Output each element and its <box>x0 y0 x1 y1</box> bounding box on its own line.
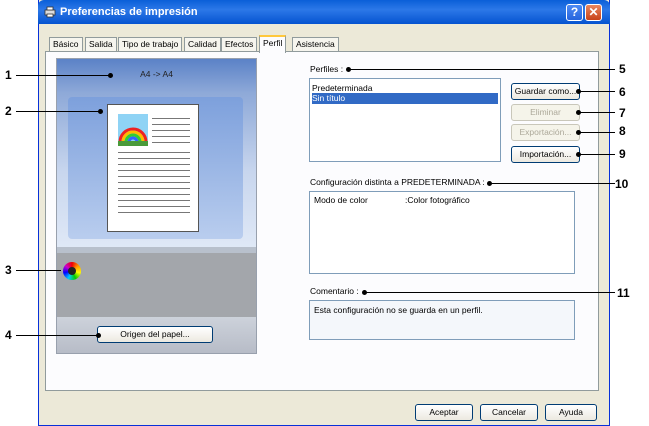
callout-line-6 <box>580 91 615 92</box>
text-line <box>118 182 190 183</box>
callout-3: 3 <box>5 263 12 277</box>
tab-tipo-de-trabajo[interactable]: Tipo de trabajo <box>118 37 183 51</box>
callout-line-4 <box>16 335 98 336</box>
close-button[interactable]: ✕ <box>585 4 602 21</box>
difference-setting-value: :Color fotográfico <box>405 195 470 205</box>
comment-label: Comentario : <box>310 286 359 296</box>
callout-4: 4 <box>5 328 12 342</box>
tab-salida[interactable]: Salida <box>85 37 117 51</box>
callout-dot-1 <box>108 73 113 78</box>
text-line <box>118 158 190 159</box>
printer-icon <box>44 6 56 18</box>
profile-item-sin-titulo[interactable]: Sin título <box>312 93 498 104</box>
comment-box: Esta configuración no se guarda en un pe… <box>309 300 575 340</box>
import-button[interactable]: Importación... <box>511 146 580 163</box>
ok-button[interactable]: Aceptar <box>415 404 473 421</box>
callout-line-5 <box>350 69 615 70</box>
color-mode-area <box>57 253 256 317</box>
callout-7: 7 <box>619 106 626 120</box>
text-line <box>152 142 190 143</box>
text-line <box>118 212 190 213</box>
tab-perfil[interactable]: Perfil <box>259 35 287 53</box>
rainbow-image-icon <box>118 114 148 146</box>
profiles-label: Perfiles : <box>310 64 344 74</box>
callout-line-2 <box>16 111 100 112</box>
text-line <box>118 164 190 165</box>
callout-line-7 <box>580 112 615 113</box>
tab-asistencia[interactable]: Asistencia <box>292 37 339 51</box>
tab-basico[interactable]: Básico <box>49 37 83 51</box>
callout-5: 5 <box>619 62 626 76</box>
callout-8: 8 <box>619 124 626 138</box>
differences-label: Configuración distinta a PREDETERMINADA … <box>310 177 485 187</box>
differences-list: Modo de color :Color fotográfico <box>309 191 575 274</box>
text-line <box>152 136 190 137</box>
delete-button[interactable]: Eliminar <box>511 104 580 121</box>
callout-line-9 <box>580 154 615 155</box>
callout-dot-2 <box>98 109 103 114</box>
callout-line-10 <box>491 183 615 184</box>
text-line <box>118 176 190 177</box>
callout-9: 9 <box>619 147 626 161</box>
callout-line-1 <box>16 75 110 76</box>
text-line <box>118 188 190 189</box>
comment-text: Esta configuración no se guarda en un pe… <box>314 305 483 315</box>
difference-setting-name: Modo de color <box>314 195 368 205</box>
callout-10: 10 <box>615 177 629 191</box>
export-button[interactable]: Exportación... <box>511 124 580 141</box>
text-line <box>118 206 190 207</box>
window-title: Preferencias de impresión <box>60 6 198 18</box>
help-button[interactable]: Ayuda <box>545 404 597 421</box>
callout-6: 6 <box>619 85 626 99</box>
cancel-button[interactable]: Cancelar <box>480 404 538 421</box>
text-line <box>152 124 190 125</box>
callout-11: 11 <box>617 286 630 300</box>
callout-line-11 <box>366 292 615 293</box>
paper-source-button[interactable]: Origen del papel... <box>97 326 213 343</box>
profiles-list[interactable]: Predeterminada Sin título <box>309 78 501 162</box>
color-mode-icon-center <box>68 267 76 275</box>
text-line <box>118 152 190 153</box>
tab-calidad[interactable]: Calidad <box>184 37 221 51</box>
tab-efectos[interactable]: Efectos <box>221 37 258 51</box>
save-as-button[interactable]: Guardar como... <box>511 83 580 100</box>
text-line <box>152 118 190 119</box>
text-line <box>118 194 190 195</box>
text-line <box>152 130 190 131</box>
callout-1: 1 <box>5 68 12 82</box>
text-line <box>118 170 190 171</box>
text-line <box>118 200 190 201</box>
help-title-button[interactable]: ? <box>566 4 583 21</box>
paper-size-label: A4 -> A4 <box>140 69 173 79</box>
callout-line-8 <box>580 132 615 133</box>
callout-2: 2 <box>5 104 12 118</box>
callout-line-3 <box>16 270 61 271</box>
callout-dot-4 <box>96 333 101 338</box>
